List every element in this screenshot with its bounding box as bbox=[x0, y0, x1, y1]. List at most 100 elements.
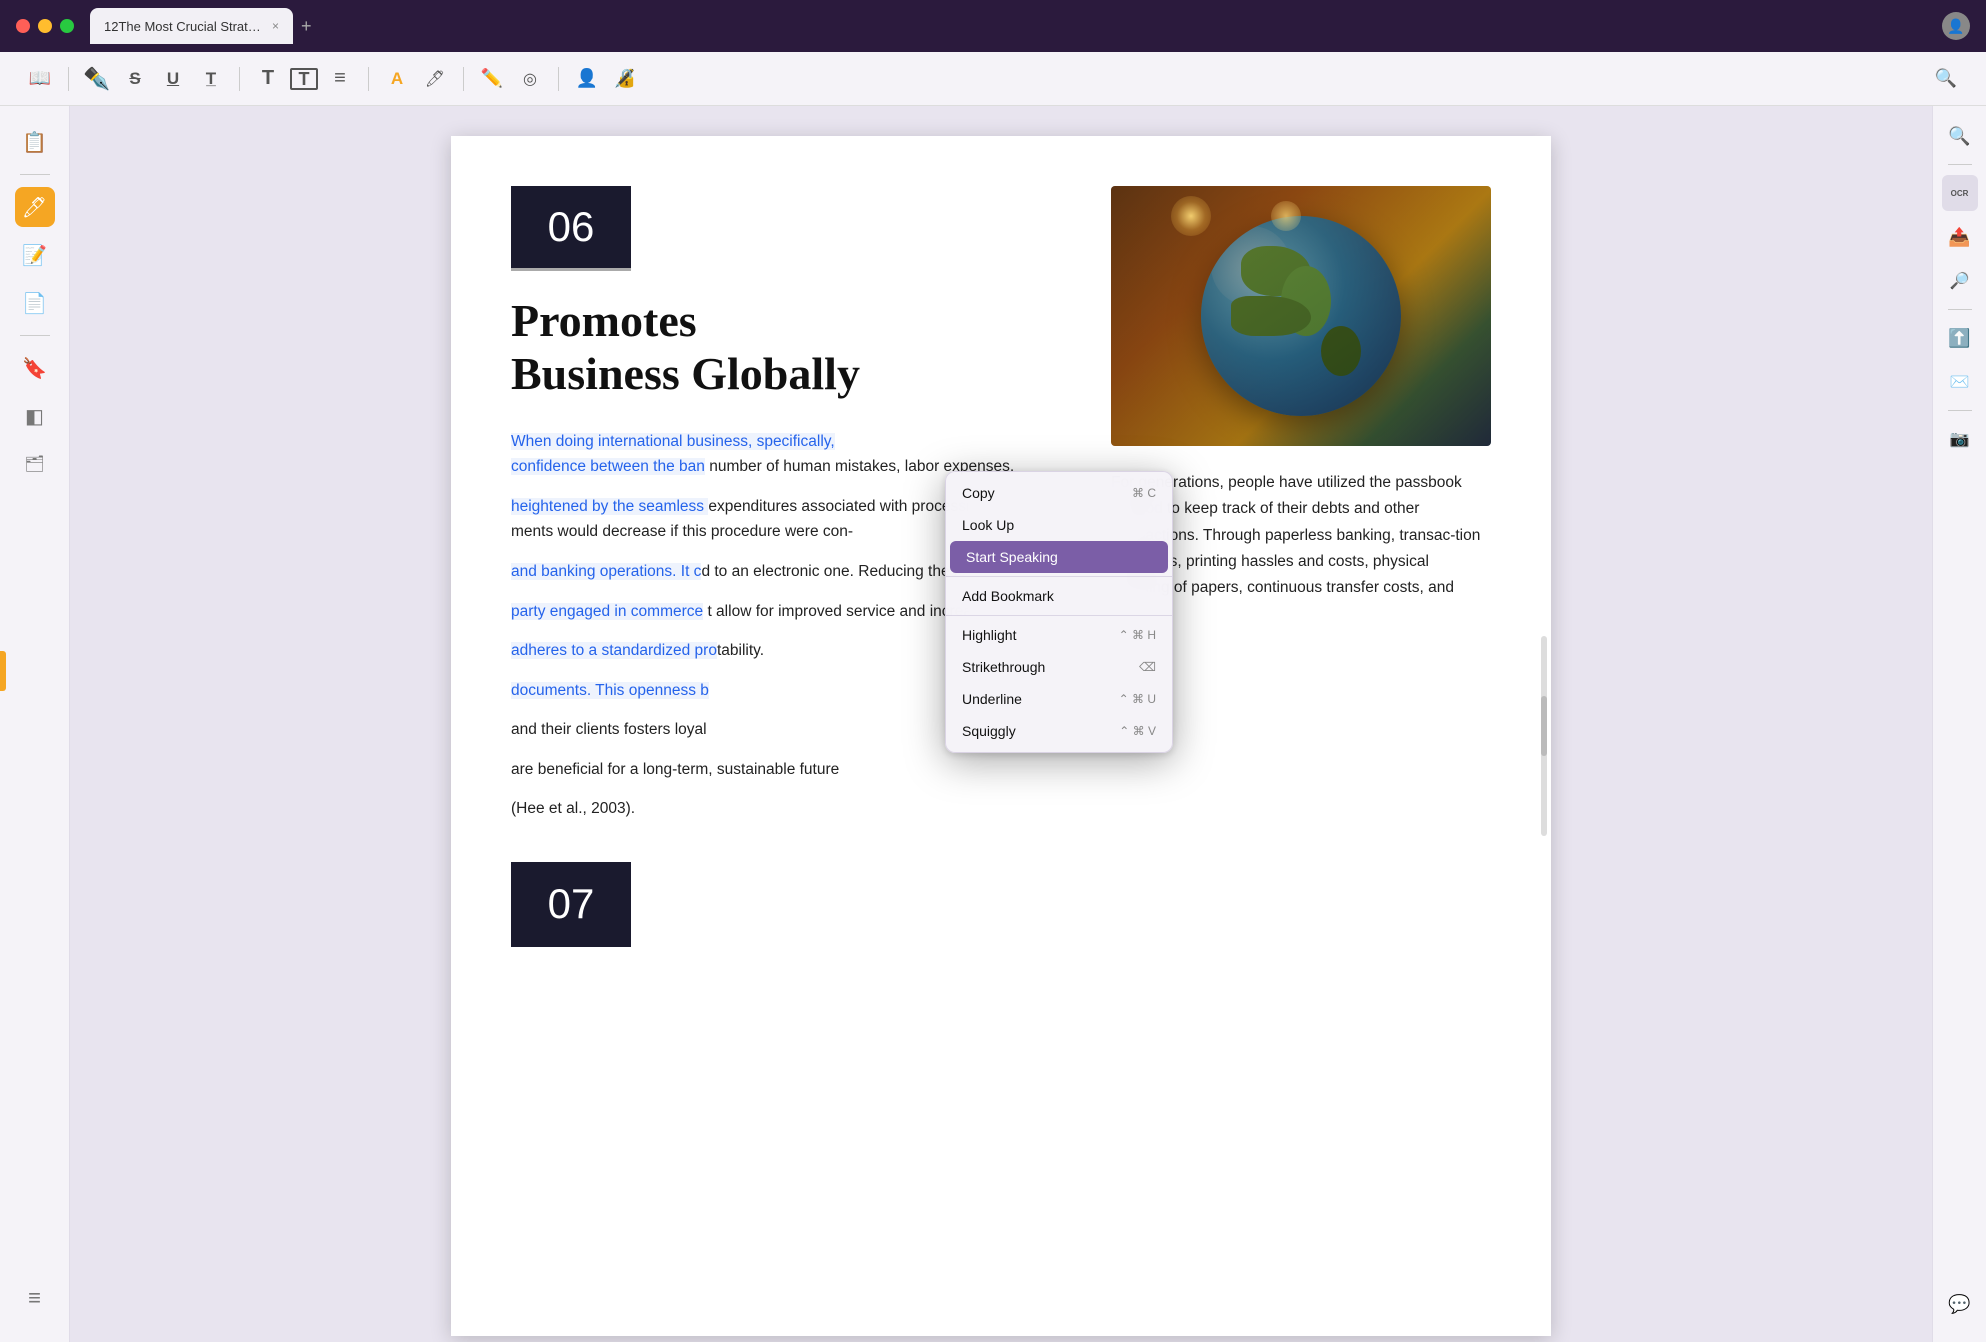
text-underline-icon[interactable]: T̲ bbox=[195, 63, 227, 95]
globe-image bbox=[1111, 186, 1491, 446]
highlight-color-icon[interactable]: A bbox=[381, 63, 413, 95]
main-layout: 📋 🖊 📝 📄 🔖 ◧ 🗂 ≡ 06 PromotesBusiness Glob… bbox=[0, 106, 1986, 1342]
sidebar-item-layers[interactable]: ◧ bbox=[15, 396, 55, 436]
toolbar-separator-3 bbox=[368, 67, 369, 91]
menu-item-highlight-label: Highlight bbox=[962, 627, 1016, 643]
minimize-button[interactable] bbox=[38, 19, 52, 33]
sidebar-separator-1 bbox=[20, 174, 50, 175]
selected-text-6: documents. This openness b bbox=[511, 682, 709, 699]
globe-land-americas bbox=[1231, 296, 1311, 336]
scrollbar-thumb[interactable] bbox=[1541, 696, 1547, 756]
menu-item-lookup[interactable]: Look Up bbox=[946, 509, 1172, 541]
menu-item-copy-label: Copy bbox=[962, 485, 995, 501]
context-menu-separator-2 bbox=[946, 615, 1172, 616]
menu-item-highlight[interactable]: Highlight ⌃ ⌘ H bbox=[946, 619, 1172, 651]
right-sidebar: 🔍 OCR 📤 🔎 ⬆️ ✉️ 📷 💬 bbox=[1932, 106, 1986, 1342]
circle-tool-icon[interactable]: ◎ bbox=[514, 63, 546, 95]
menu-item-strikethrough-shortcut: ⌫ bbox=[1139, 660, 1156, 674]
underline-icon[interactable]: U bbox=[157, 63, 189, 95]
right-sidebar-separator-3 bbox=[1948, 410, 1972, 411]
sidebar-item-highlight[interactable]: 🖊 bbox=[15, 187, 55, 227]
search-icon[interactable]: 🔍 bbox=[1930, 63, 1962, 95]
toolbar-separator-4 bbox=[463, 67, 464, 91]
menu-item-bookmark-label: Add Bookmark bbox=[962, 588, 1054, 604]
sidebar-item-reader[interactable]: 📋 bbox=[15, 122, 55, 162]
context-menu: Copy ⌘ C Look Up Start Speaking Add Book… bbox=[945, 471, 1173, 753]
selected-text-4: party engaged in commerce bbox=[511, 603, 703, 620]
menu-item-squiggly-label: Squiggly bbox=[962, 723, 1016, 739]
avatar[interactable]: 👤 bbox=[1942, 12, 1970, 40]
menu-item-squiggly-shortcut: ⌃ ⌘ V bbox=[1119, 724, 1156, 738]
menu-item-squiggly[interactable]: Squiggly ⌃ ⌘ V bbox=[946, 715, 1172, 747]
sidebar-item-bookmarks[interactable]: 🔖 bbox=[15, 348, 55, 388]
body-text-normal-8: (Hee et al., 2003). bbox=[511, 800, 635, 817]
textbox-icon[interactable]: T bbox=[290, 68, 318, 90]
pdf-page: 06 PromotesBusiness Globally When doing … bbox=[451, 136, 1551, 1336]
body-text-normal-6: and their clients fosters loyal bbox=[511, 721, 707, 738]
menu-item-speak-label: Start Speaking bbox=[966, 549, 1058, 565]
right-sidebar-search-pdf[interactable]: 🔎 bbox=[1942, 263, 1978, 299]
right-sidebar-separator-1 bbox=[1948, 164, 1972, 165]
tab-close-button[interactable]: × bbox=[272, 19, 279, 33]
selected-text-highlighted: heightened by the seamless bbox=[511, 498, 708, 515]
tab-title: 12The Most Crucial Strate... bbox=[104, 19, 264, 34]
sidebar-item-stamp[interactable]: 🗂 bbox=[15, 444, 55, 484]
text-icon[interactable]: T bbox=[252, 63, 284, 95]
pen-tool-icon[interactable]: ✏️ bbox=[476, 63, 508, 95]
sidebar-separator-2 bbox=[20, 335, 50, 336]
selected-text-5: adheres to a standardized pro bbox=[511, 642, 717, 659]
menu-item-lookup-label: Look Up bbox=[962, 517, 1014, 533]
menu-item-underline-label: Underline bbox=[962, 691, 1022, 707]
right-sidebar-search[interactable]: 🔍 bbox=[1942, 118, 1978, 154]
scrollbar-track[interactable] bbox=[1541, 636, 1547, 836]
background-color-icon[interactable]: 🖊 bbox=[419, 63, 451, 95]
globe-sphere bbox=[1201, 216, 1401, 416]
toolbar-separator-5 bbox=[558, 67, 559, 91]
left-sidebar: 📋 🖊 📝 📄 🔖 ◧ 🗂 ≡ bbox=[0, 106, 70, 1342]
context-menu-separator-1 bbox=[946, 576, 1172, 577]
reader-icon[interactable]: 📖 bbox=[24, 63, 56, 95]
menu-item-underline-shortcut: ⌃ ⌘ U bbox=[1119, 692, 1156, 706]
close-button[interactable] bbox=[16, 19, 30, 33]
menu-item-copy[interactable]: Copy ⌘ C bbox=[946, 477, 1172, 509]
content-area: 06 PromotesBusiness Globally When doing … bbox=[70, 106, 1932, 1342]
right-sidebar-separator-2 bbox=[1948, 309, 1972, 310]
sidebar-item-pages[interactable]: 📄 bbox=[15, 283, 55, 323]
list-icon[interactable]: ≡ bbox=[324, 63, 356, 95]
stamp-icon[interactable]: 🔏 bbox=[609, 63, 641, 95]
sidebar-item-more[interactable]: ≡ bbox=[15, 1278, 55, 1318]
chapter-07-number: 07 bbox=[548, 880, 595, 928]
body-text-normal-5: tability. bbox=[717, 642, 764, 659]
menu-item-strikethrough[interactable]: Strikethrough ⌫ bbox=[946, 651, 1172, 683]
right-sidebar-share[interactable]: ⬆️ bbox=[1942, 320, 1978, 356]
traffic-lights bbox=[16, 19, 74, 33]
chapter-06-box: 06 bbox=[511, 186, 631, 271]
menu-item-highlight-shortcut: ⌃ ⌘ H bbox=[1119, 628, 1156, 642]
selected-text-3: and banking operations. It c bbox=[511, 563, 701, 580]
toolbar: 📖 ✒️ S U T̲ T T ≡ A 🖊 ✏️ ◎ 👤 🔏 🔍 bbox=[0, 52, 1986, 106]
chapter-06-title: PromotesBusiness Globally bbox=[511, 295, 1071, 401]
right-sidebar-camera[interactable]: 📷 bbox=[1942, 421, 1978, 457]
toolbar-separator-1 bbox=[68, 67, 69, 91]
maximize-button[interactable] bbox=[60, 19, 74, 33]
menu-item-speak[interactable]: Start Speaking bbox=[950, 541, 1168, 573]
chapter-07-box: 07 bbox=[511, 862, 631, 947]
right-sidebar-email[interactable]: ✉️ bbox=[1942, 364, 1978, 400]
new-tab-button[interactable]: + bbox=[301, 17, 312, 35]
menu-item-strikethrough-label: Strikethrough bbox=[962, 659, 1045, 675]
titlebar: 12The Most Crucial Strate... × + 👤 bbox=[0, 0, 1986, 52]
person-icon[interactable]: 👤 bbox=[571, 63, 603, 95]
strikethrough-icon[interactable]: S bbox=[119, 63, 151, 95]
right-sidebar-ocr[interactable]: OCR bbox=[1942, 175, 1978, 211]
active-tab[interactable]: 12The Most Crucial Strate... × bbox=[90, 8, 293, 44]
globe-land-asia bbox=[1321, 326, 1361, 376]
right-sidebar-export[interactable]: 📤 bbox=[1942, 219, 1978, 255]
body-text-normal-7: are beneficial for a long-term, sustaina… bbox=[511, 761, 839, 778]
menu-item-underline[interactable]: Underline ⌃ ⌘ U bbox=[946, 683, 1172, 715]
menu-item-bookmark[interactable]: Add Bookmark bbox=[946, 580, 1172, 612]
sidebar-item-annotation[interactable]: 📝 bbox=[15, 235, 55, 275]
toolbar-separator-2 bbox=[239, 67, 240, 91]
right-sidebar-comment[interactable]: 💬 bbox=[1942, 1286, 1978, 1322]
pen-icon[interactable]: ✒️ bbox=[81, 63, 113, 95]
chapter-06-number: 06 bbox=[548, 203, 595, 251]
